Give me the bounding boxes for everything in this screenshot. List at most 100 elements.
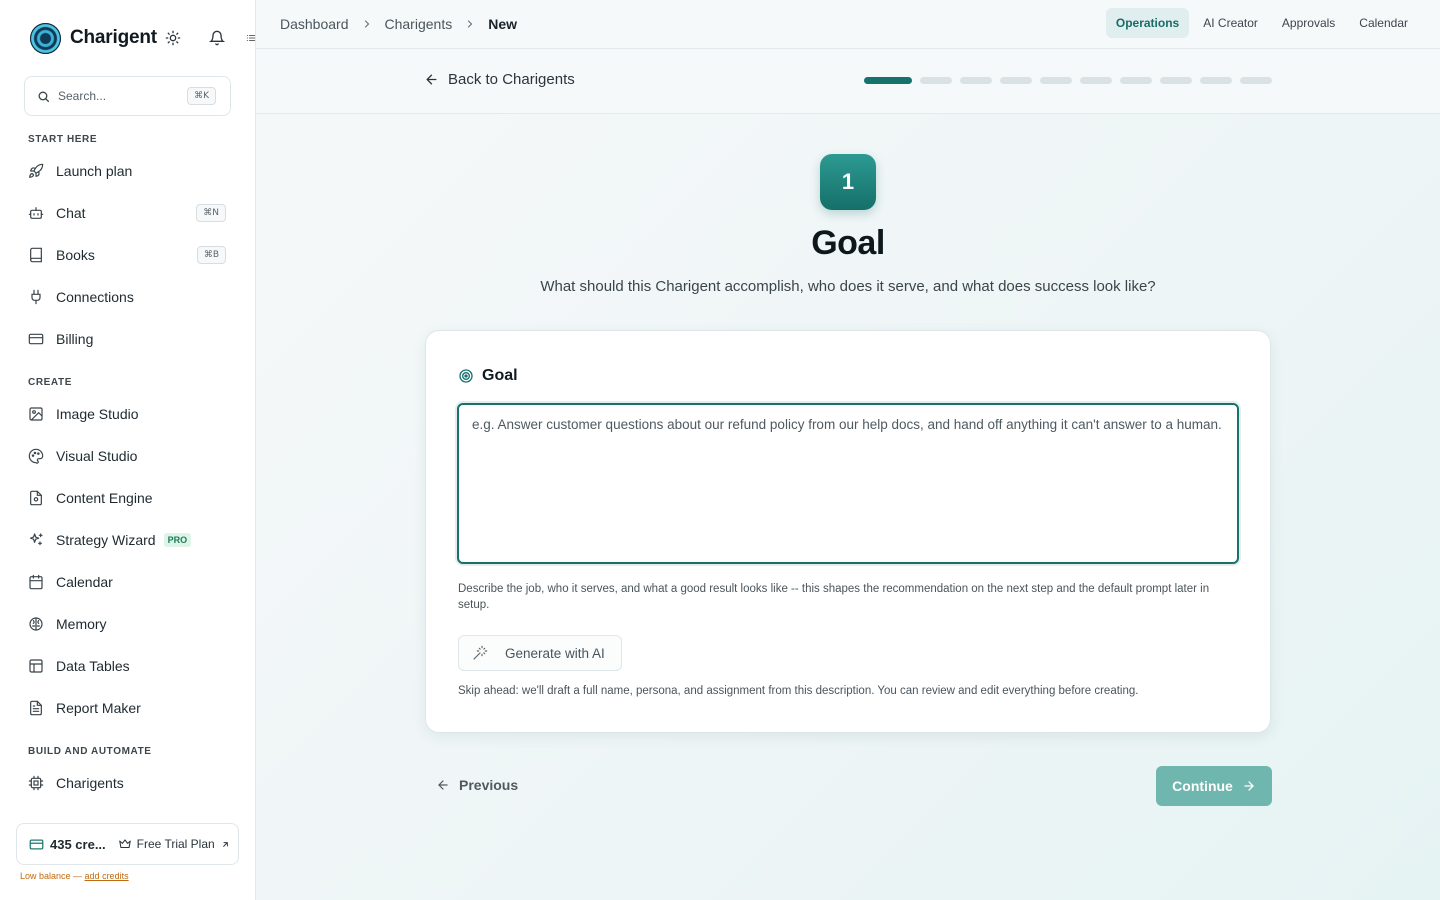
goal-textarea[interactable] — [457, 403, 1239, 564]
calendar-icon — [28, 574, 44, 590]
goal-card: Goal Describe the job, who it serves, an… — [425, 330, 1271, 733]
step-indicator — [1160, 77, 1192, 84]
tab-approvals[interactable]: Approvals — [1272, 8, 1345, 38]
sidebar-item-books[interactable]: Books ⌘B — [16, 237, 240, 273]
step-number-badge: 1 — [820, 154, 876, 210]
rocket-icon — [28, 163, 44, 179]
skip-ahead-text: Skip ahead: we'll draft a full name, per… — [458, 685, 1139, 697]
bell-icon[interactable] — [208, 29, 226, 47]
brand-name: Charigent — [70, 27, 157, 48]
sidebar-item-report-maker[interactable]: Report Maker — [16, 690, 240, 726]
crown-icon — [118, 837, 132, 851]
sidebar-item-label: Image Studio — [56, 406, 139, 422]
continue-label: Continue — [1172, 778, 1233, 794]
goal-help-text: Describe the job, who it serves, and wha… — [458, 583, 1210, 611]
step-indicator — [1000, 77, 1032, 84]
sidebar-item-label: Strategy Wizard — [56, 532, 156, 548]
brain-icon — [28, 616, 44, 632]
sidebar-item-label: Billing — [56, 331, 94, 347]
chevron-right-icon — [361, 18, 373, 30]
book-icon — [28, 247, 44, 263]
sidebar-item-label: Visual Studio — [56, 448, 138, 464]
breadcrumb-dashboard[interactable]: Dashboard — [280, 16, 349, 32]
sidebar-item-launch-plan[interactable]: Launch plan — [16, 153, 240, 189]
sidebar-item-billing[interactable]: Billing — [16, 321, 240, 357]
top-tabs: Operations AI Creator Approvals Calendar — [1102, 8, 1418, 38]
external-link-icon — [221, 840, 230, 849]
sidebar-item-data-tables[interactable]: Data Tables — [16, 648, 240, 684]
sidebar-item-charigents[interactable]: Charigents — [16, 765, 240, 801]
cpu-icon — [28, 775, 44, 791]
step-indicator-active — [864, 77, 912, 84]
arrow-left-icon — [424, 72, 439, 87]
tab-ai-creator[interactable]: AI Creator — [1193, 8, 1268, 38]
sidebar-item-strategy-wizard[interactable]: Strategy Wizard PRO — [16, 522, 240, 558]
sidebar-item-label: Data Tables — [56, 658, 130, 674]
sidebar-item-content-engine[interactable]: Content Engine — [16, 480, 240, 516]
add-credits-link[interactable]: add credits — [85, 871, 129, 881]
credits-widget[interactable]: 435 cre... Free Trial Plan — [16, 823, 239, 865]
books-shortcut: ⌘B — [196, 246, 226, 264]
breadcrumb-current: New — [488, 16, 517, 32]
credit-card-icon — [28, 331, 44, 347]
search-icon — [37, 90, 50, 103]
step-indicator — [960, 77, 992, 84]
sidebar-item-memory[interactable]: Memory — [16, 606, 240, 642]
tab-operations[interactable]: Operations — [1105, 8, 1190, 38]
step-indicator — [1120, 77, 1152, 84]
step-indicator — [1240, 77, 1272, 84]
breadcrumb-charigents[interactable]: Charigents — [385, 16, 453, 32]
logo-icon — [30, 22, 61, 54]
sidebar-item-label: Calendar — [56, 574, 113, 590]
file-icon — [28, 490, 44, 506]
collapse-sidebar-icon[interactable] — [246, 29, 256, 47]
back-label: Back to Charigents — [448, 71, 575, 88]
search-shortcut: ⌘K — [187, 87, 216, 105]
low-balance-warning: Low balance — add credits — [20, 871, 129, 881]
top-bar: Dashboard Charigents New Operations AI C… — [256, 0, 1440, 49]
search-box[interactable]: ⌘K — [24, 76, 231, 116]
chat-shortcut: ⌘N — [196, 204, 226, 222]
sidebar: Charigent ⌘K START HERE Launch plan Chat… — [0, 0, 256, 900]
sidebar-item-label: Memory — [56, 616, 107, 632]
continue-button[interactable]: Continue — [1156, 766, 1272, 806]
step-indicator — [920, 77, 952, 84]
credits-balance: 435 cre... — [50, 836, 106, 852]
arrow-left-icon — [436, 778, 450, 792]
section-build-and-automate: BUILD AND AUTOMATE — [28, 746, 152, 757]
goal-label: Goal — [482, 367, 518, 384]
sidebar-item-label: Report Maker — [56, 700, 141, 716]
table-icon — [28, 658, 44, 674]
sidebar-item-visual-studio[interactable]: Visual Studio — [16, 438, 240, 474]
sidebar-item-label: Books — [56, 247, 95, 263]
breadcrumb: Dashboard Charigents New — [280, 16, 517, 32]
previous-button[interactable]: Previous — [436, 777, 518, 793]
brand[interactable]: Charigent — [30, 22, 157, 54]
sidebar-item-label: Launch plan — [56, 163, 133, 179]
bot-icon — [28, 205, 44, 221]
page-title: Goal — [811, 224, 885, 262]
plan-link[interactable]: Free Trial Plan — [118, 837, 230, 851]
arrow-right-icon — [1242, 779, 1256, 793]
credit-card-icon — [29, 837, 44, 852]
section-start-here: START HERE — [28, 134, 98, 145]
palette-icon — [28, 448, 44, 464]
image-icon — [28, 406, 44, 422]
sidebar-item-image-studio[interactable]: Image Studio — [16, 396, 240, 432]
sidebar-item-calendar[interactable]: Calendar — [16, 564, 240, 600]
previous-label: Previous — [459, 777, 519, 793]
theme-toggle-sun-icon[interactable] — [164, 29, 182, 47]
tab-calendar[interactable]: Calendar — [1349, 8, 1418, 38]
sidebar-item-label: Connections — [56, 289, 134, 305]
sidebar-item-connections[interactable]: Connections — [16, 279, 240, 315]
step-progress — [864, 77, 1280, 84]
back-to-charigents-link[interactable]: Back to Charigents — [424, 71, 575, 88]
main-content: 1 Goal What should this Charigent accomp… — [256, 114, 1440, 900]
sidebar-item-chat[interactable]: Chat ⌘N — [16, 195, 240, 231]
step-indicator — [1080, 77, 1112, 84]
section-create: CREATE — [28, 377, 72, 388]
plug-icon — [28, 289, 44, 305]
page-subtitle: What should this Charigent accomplish, w… — [540, 278, 1156, 295]
generate-with-ai-button[interactable]: Generate with AI — [458, 635, 622, 671]
search-input[interactable] — [58, 89, 178, 103]
